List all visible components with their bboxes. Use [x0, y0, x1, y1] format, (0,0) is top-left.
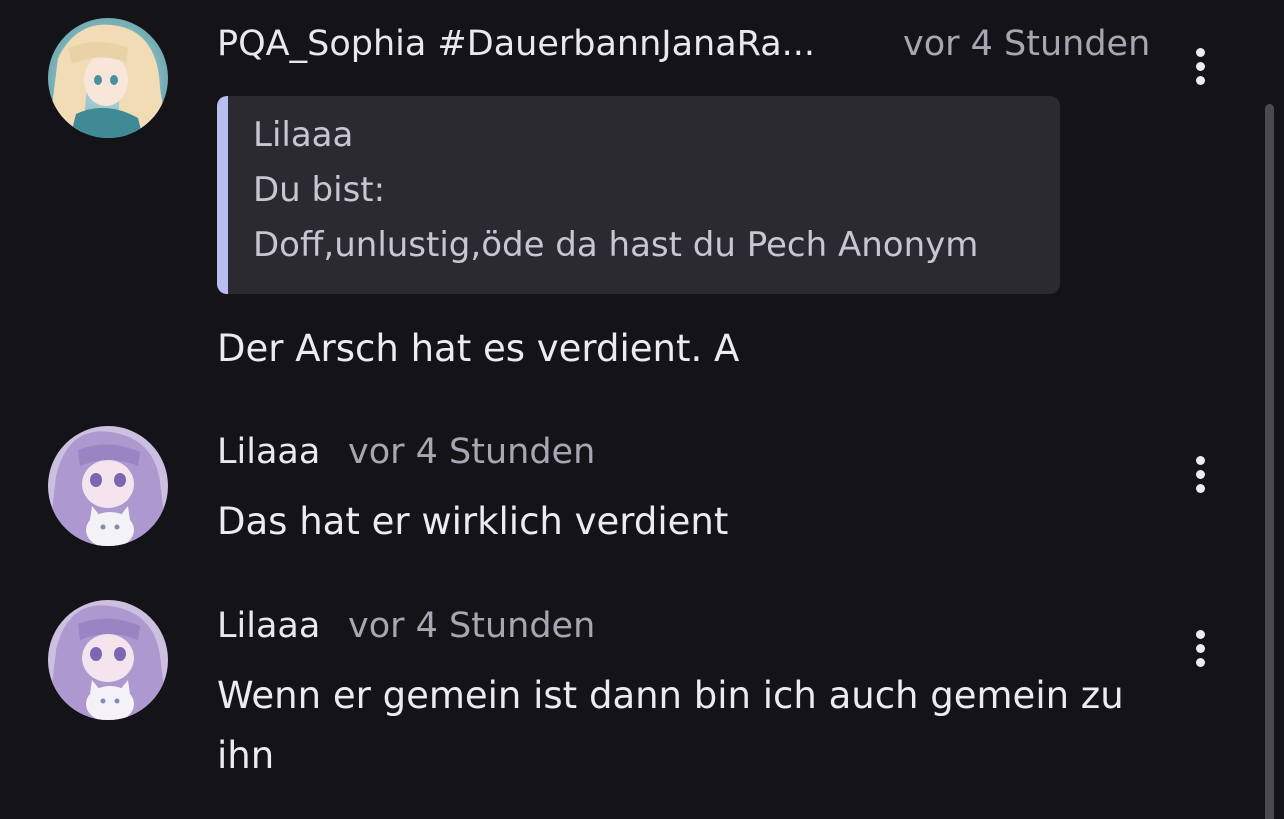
more-options-icon[interactable]	[1188, 44, 1212, 88]
scrollbar[interactable]	[1265, 104, 1274, 819]
comment-username[interactable]: Lilaaa	[217, 604, 320, 648]
avatar[interactable]	[48, 426, 168, 546]
anime-girl-lilac-cat-avatar-icon	[48, 426, 168, 546]
comment-username[interactable]: Lilaaa	[217, 430, 320, 474]
quote-line: Du bist:	[253, 170, 386, 210]
comment-timestamp: vor 4 Stunden	[348, 606, 596, 646]
comment-thread: PQA_Sophia #DauerbannJanaRa... vor 4 Stu…	[0, 0, 1284, 819]
quote-author: Lilaaa	[253, 115, 354, 155]
anime-girl-blonde-avatar-icon	[48, 18, 168, 138]
avatar[interactable]	[48, 600, 168, 720]
comment-text: Das hat er wirklich verdient	[217, 500, 729, 543]
quote-accent-bar	[217, 96, 228, 294]
comment-text: Der Arsch hat es verdient. A	[217, 327, 740, 370]
comment-username[interactable]: PQA_Sophia #DauerbannJanaRa...	[217, 22, 815, 66]
comment-text-line: Wenn er gemein ist dann bin ich auch gem…	[217, 674, 1124, 717]
comment-timestamp: vor 4 Stunden	[903, 24, 1151, 64]
quoted-comment[interactable]: Lilaaa Du bist: Doff,unlustig,öde da has…	[217, 96, 1060, 294]
comment-timestamp: vor 4 Stunden	[348, 432, 596, 472]
avatar[interactable]	[48, 18, 168, 138]
more-options-icon[interactable]	[1188, 452, 1212, 496]
comment-text-line: ihn	[217, 734, 275, 777]
quote-line: Doff,unlustig,öde da hast du Pech Anonym	[253, 225, 979, 265]
more-options-icon[interactable]	[1188, 626, 1212, 670]
anime-girl-lilac-cat-avatar-icon	[48, 600, 168, 720]
